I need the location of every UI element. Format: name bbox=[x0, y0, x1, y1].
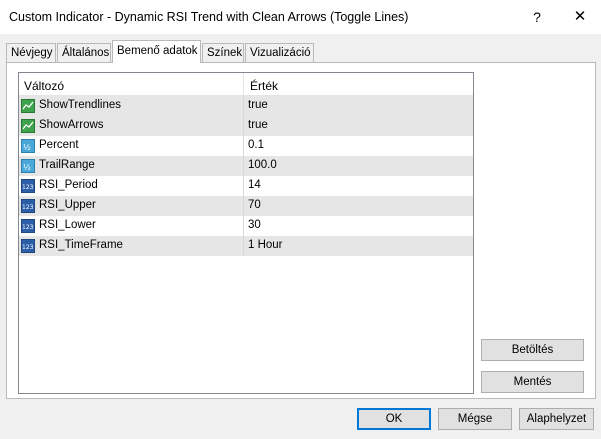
row-name: ShowArrows bbox=[39, 119, 104, 131]
close-button[interactable]: ✕ bbox=[559, 0, 601, 34]
row-name: Percent bbox=[39, 139, 79, 151]
row-value[interactable]: 30 bbox=[248, 219, 261, 231]
bool-icon bbox=[21, 119, 35, 133]
cell-divider bbox=[243, 96, 244, 116]
window-title: Custom Indicator - Dynamic RSI Trend wit… bbox=[9, 10, 409, 24]
cell-divider bbox=[243, 236, 244, 256]
row-value[interactable]: 70 bbox=[248, 199, 261, 211]
row-value[interactable]: true bbox=[248, 119, 268, 131]
grid-header: Változó Érték bbox=[19, 73, 473, 96]
double-icon: ½ bbox=[21, 139, 35, 153]
grid-row-rsi-lower[interactable]: 123 RSI_Lower 30 bbox=[19, 216, 473, 236]
cell-divider bbox=[243, 116, 244, 136]
row-value[interactable]: 0.1 bbox=[248, 139, 264, 151]
row-name: RSI_Upper bbox=[39, 199, 96, 211]
grid-row-rsi-timeframe[interactable]: 123 RSI_TimeFrame 1 Hour bbox=[19, 236, 473, 256]
column-header-value[interactable]: Érték bbox=[250, 79, 278, 93]
row-value[interactable]: 1 Hour bbox=[248, 239, 283, 251]
grid-row-trailrange[interactable]: ½ TrailRange 100.0 bbox=[19, 156, 473, 176]
ok-button[interactable]: OK bbox=[357, 408, 431, 430]
tab-colors[interactable]: Színek bbox=[202, 43, 244, 62]
tab-inputs[interactable]: Bemenő adatok bbox=[112, 40, 201, 63]
grid-row-showtrendlines[interactable]: ShowTrendlines true bbox=[19, 96, 473, 116]
row-name: RSI_Lower bbox=[39, 219, 96, 231]
integer-icon: 123 bbox=[21, 199, 35, 213]
cell-divider bbox=[243, 196, 244, 216]
svg-text:123: 123 bbox=[22, 224, 34, 231]
column-header-variable[interactable]: Változó bbox=[24, 79, 64, 93]
grid-row-percent[interactable]: ½ Percent 0.1 bbox=[19, 136, 473, 156]
row-name: RSI_Period bbox=[39, 179, 98, 191]
dialog-window: Custom Indicator - Dynamic RSI Trend wit… bbox=[0, 0, 601, 439]
help-button[interactable]: ? bbox=[520, 0, 554, 34]
cancel-button[interactable]: Mégse bbox=[438, 408, 512, 430]
row-name: RSI_TimeFrame bbox=[39, 239, 123, 251]
row-value[interactable]: true bbox=[248, 99, 268, 111]
title-bar: Custom Indicator - Dynamic RSI Trend wit… bbox=[0, 0, 601, 34]
svg-text:½: ½ bbox=[23, 163, 31, 172]
svg-text:123: 123 bbox=[22, 204, 34, 211]
save-button[interactable]: Mentés bbox=[481, 371, 584, 393]
load-button[interactable]: Betöltés bbox=[481, 339, 584, 361]
row-value[interactable]: 100.0 bbox=[248, 159, 277, 171]
row-value[interactable]: 14 bbox=[248, 179, 261, 191]
cell-divider bbox=[243, 176, 244, 196]
cell-divider bbox=[243, 136, 244, 156]
integer-icon: 123 bbox=[21, 219, 35, 233]
tab-about[interactable]: Névjegy bbox=[6, 43, 56, 62]
column-separator[interactable] bbox=[243, 73, 244, 95]
tab-general[interactable]: Általános bbox=[57, 43, 111, 62]
grid-row-rsi-period[interactable]: 123 RSI_Period 14 bbox=[19, 176, 473, 196]
integer-icon: 123 bbox=[21, 239, 35, 253]
reset-button[interactable]: Alaphelyzet bbox=[519, 408, 594, 430]
grid-row-showarrows[interactable]: ShowArrows true bbox=[19, 116, 473, 136]
cell-divider bbox=[243, 216, 244, 236]
row-name: ShowTrendlines bbox=[39, 99, 122, 111]
grid-row-rsi-upper[interactable]: 123 RSI_Upper 70 bbox=[19, 196, 473, 216]
tab-visualization[interactable]: Vizualizáció bbox=[245, 43, 314, 62]
row-name: TrailRange bbox=[39, 159, 95, 171]
svg-text:123: 123 bbox=[22, 184, 34, 191]
double-icon: ½ bbox=[21, 159, 35, 173]
cell-divider bbox=[243, 156, 244, 176]
svg-text:123: 123 bbox=[22, 244, 34, 251]
svg-text:½: ½ bbox=[23, 143, 31, 152]
integer-icon: 123 bbox=[21, 179, 35, 193]
bool-icon bbox=[21, 99, 35, 113]
inputs-grid: Változó Érték ShowTrendlines true ShowAr… bbox=[18, 72, 474, 394]
